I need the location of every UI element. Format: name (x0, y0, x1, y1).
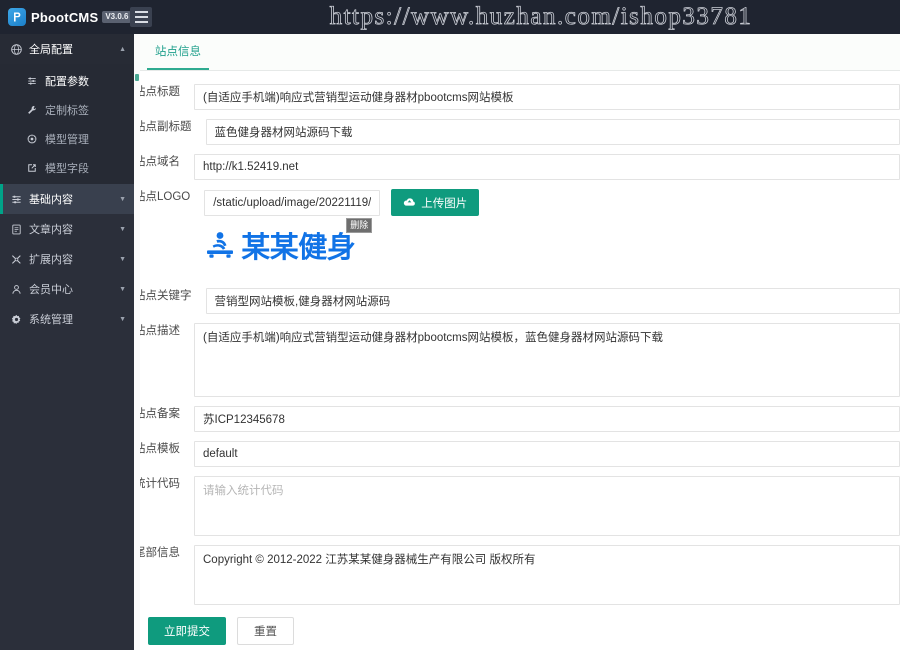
logo-preview: 某某健身 删除 (204, 218, 373, 268)
tab-label: 站点信息 (155, 46, 201, 58)
form-button-row: 立即提交 重置 (148, 617, 900, 645)
chevron-up-icon: ▲ (119, 45, 126, 53)
content-scrollbar[interactable] (134, 34, 140, 650)
top-strip (134, 0, 900, 34)
document-icon (10, 224, 23, 235)
site-icp-input[interactable] (194, 406, 900, 432)
sidebar-item-label: 会员中心 (29, 284, 73, 296)
sidebar-item-label: 基础内容 (29, 194, 73, 206)
fitness-figure-icon (204, 228, 238, 267)
sidebar-item-basic-content[interactable]: 基础内容 ▼ (0, 184, 134, 214)
field-label-stat-code: 统计代码 (134, 478, 180, 490)
upload-image-button[interactable]: 上传图片 (391, 189, 480, 216)
field-row-footer-info: 尾部信息 (134, 545, 900, 605)
logo-upload-line: 上传图片 (204, 189, 900, 216)
field-row-site-keywords: 站点关键字 (134, 288, 900, 314)
field-label-site-keywords: 站点关键字 (134, 290, 192, 302)
sidebar-item-extension-content[interactable]: 扩展内容 ▼ (0, 244, 134, 274)
main-content: 站点信息 站点标题 站点副标题 站点域名 (134, 0, 900, 650)
sidebar-item-system-manage[interactable]: 系统管理 ▼ (0, 304, 134, 334)
cloud-upload-icon (403, 197, 416, 208)
sidebar-item-model-manage[interactable]: 模型管理 (0, 124, 134, 153)
submit-button[interactable]: 立即提交 (148, 617, 226, 645)
form-actions-row: 立即提交 重置 (134, 617, 900, 645)
sidebar-subitem-label: 模型字段 (45, 162, 89, 175)
scrollbar-thumb[interactable] (135, 74, 139, 81)
sidebar-subitem-label: 配置参数 (45, 75, 89, 88)
field-label-site-subtitle: 站点副标题 (134, 121, 192, 133)
sidebar-item-label: 系统管理 (29, 314, 73, 326)
reset-button[interactable]: 重置 (237, 617, 294, 645)
field-row-stat-code: 统计代码 (134, 476, 900, 536)
field-row-site-logo: 站点LOGO 上传图片 (134, 189, 900, 268)
globe-icon (10, 43, 23, 55)
external-link-icon (25, 163, 38, 173)
site-logo-path-input[interactable] (204, 189, 381, 216)
field-row-site-template: 站点模板 (134, 441, 900, 467)
field-label-site-template: 站点模板 (134, 443, 180, 455)
field-label-footer-info: 尾部信息 (134, 547, 180, 559)
stat-code-textarea[interactable] (194, 476, 900, 536)
brand-name: PbootCMS (31, 9, 99, 25)
sidebar-item-label: 扩展内容 (29, 254, 73, 266)
brand-bar: PbootCMS V3.0.6 (0, 0, 152, 34)
sidebar-item-custom-tags[interactable]: 定制标签 (0, 95, 134, 124)
sidebar-item-label: 全局配置 (29, 44, 73, 56)
pboot-logo-icon (8, 8, 26, 26)
hamburger-menu-icon[interactable] (130, 7, 152, 27)
brand-version-badge: V3.0.6 (102, 11, 132, 23)
field-label-site-domain: 站点域名 (134, 156, 180, 168)
chevron-down-icon: ▼ (119, 255, 126, 263)
site-title-input[interactable] (194, 84, 900, 110)
footer-info-textarea[interactable] (194, 545, 900, 605)
puzzle-icon (10, 254, 23, 265)
sliders-icon (10, 194, 23, 205)
app-root: PbootCMS V3.0.6 全局配置 ▲ 配置参数 定制标签 模型管理 模型… (0, 0, 900, 650)
sidebar-subitem-label: 模型管理 (45, 133, 89, 146)
field-label-site-icp: 站点备案 (134, 408, 180, 420)
sidebar-submenu-global-config: 配置参数 定制标签 模型管理 模型字段 (0, 64, 134, 184)
field-row-site-description: 站点描述 (134, 323, 900, 397)
delete-logo-button[interactable]: 删除 (346, 218, 373, 233)
sliders-icon (25, 76, 38, 86)
chevron-down-icon: ▼ (119, 195, 126, 203)
chevron-down-icon: ▼ (119, 225, 126, 233)
field-label-site-title: 站点标题 (134, 86, 180, 98)
sidebar-subitem-label: 定制标签 (45, 104, 89, 117)
sidebar-item-member-center[interactable]: 会员中心 ▼ (0, 274, 134, 304)
sidebar-item-label: 文章内容 (29, 224, 73, 236)
field-row-site-subtitle: 站点副标题 (134, 119, 900, 145)
chevron-down-icon: ▼ (119, 315, 126, 323)
wrench-icon (25, 105, 38, 115)
cube-icon (25, 134, 38, 144)
sidebar: PbootCMS V3.0.6 全局配置 ▲ 配置参数 定制标签 模型管理 模型… (0, 0, 152, 650)
user-icon (10, 284, 23, 295)
sidebar-item-config-params[interactable]: 配置参数 (0, 66, 134, 95)
logo-artwork: 某某健身 (204, 226, 364, 268)
site-info-form: 站点标题 站点副标题 站点域名 站点LOGO (134, 71, 900, 650)
logo-text: 某某健身 (241, 229, 356, 264)
site-domain-input[interactable] (194, 154, 900, 180)
chevron-down-icon: ▼ (119, 285, 126, 293)
field-row-site-title: 站点标题 (134, 84, 900, 110)
site-keywords-input[interactable] (205, 288, 900, 314)
sidebar-item-article-content[interactable]: 文章内容 ▼ (0, 214, 134, 244)
gear-icon (10, 314, 23, 325)
field-label-site-description: 站点描述 (134, 325, 180, 337)
site-description-textarea[interactable] (194, 323, 900, 397)
tab-bar: 站点信息 (134, 34, 900, 71)
site-template-input[interactable] (194, 441, 900, 467)
tab-site-info[interactable]: 站点信息 (147, 34, 209, 70)
field-row-site-icp: 站点备案 (134, 406, 900, 432)
upload-button-label: 上传图片 (421, 197, 468, 210)
sidebar-item-global-config[interactable]: 全局配置 ▲ (0, 34, 134, 64)
field-label-site-logo: 站点LOGO (134, 191, 191, 203)
field-row-site-domain: 站点域名 (134, 154, 900, 180)
site-subtitle-input[interactable] (205, 119, 900, 145)
sidebar-item-model-fields[interactable]: 模型字段 (0, 153, 134, 182)
